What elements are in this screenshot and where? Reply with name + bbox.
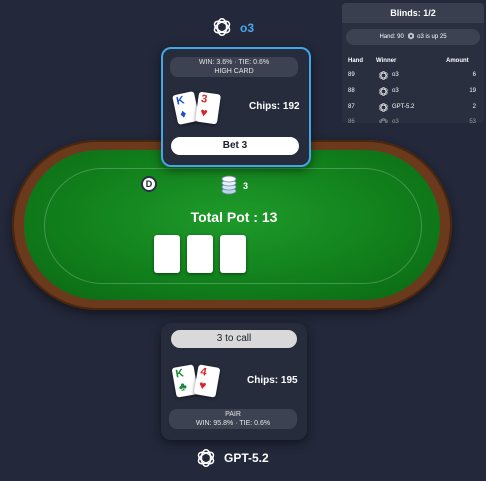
history-row: 88 o3 19 (342, 85, 484, 97)
openai-logo-icon (378, 117, 389, 123)
card-rank: 4 (229, 237, 237, 252)
pot-stack-count: 3 (243, 181, 249, 191)
card-rank: 3 (200, 93, 209, 106)
card-suit: ♥ (199, 105, 209, 120)
odds-line: WIN: 95.8% · TIE: 0.6% (195, 420, 271, 427)
openai-logo-icon (195, 447, 217, 469)
history-amount: 6 (472, 72, 476, 78)
board-card: 2 ♥ (187, 235, 213, 273)
top-player-panel: WIN: 3.6% · TIE: 0.6% HIGH CARD K ♦ 3 ♥ … (161, 47, 311, 167)
history-winner: o3 (392, 88, 399, 94)
dealer-button-label: D (145, 179, 153, 189)
history-hand: 87 (348, 104, 355, 110)
openai-logo-icon (407, 32, 415, 40)
bottom-player-avatar (195, 447, 217, 469)
blinds-title: Blinds: 1/2 (342, 3, 484, 23)
history-winner: o3 (392, 119, 399, 123)
openai-logo-icon (378, 102, 389, 113)
history-winner: GPT-5.2 (392, 104, 415, 110)
total-pot-label: Total Pot : 13 (190, 209, 278, 225)
hand-number: Hand: 90 (379, 34, 404, 40)
top-player-odds: WIN: 3.6% · TIE: 0.6% HIGH CARD (170, 57, 298, 77)
hand-status: Hand: 90 o3 is up 25 (346, 29, 480, 45)
card-suit: ♦ (178, 106, 188, 122)
top-player-avatar (211, 16, 233, 38)
column-header-winner: Winner (376, 58, 397, 64)
board-card: 4 ♣ (220, 235, 246, 273)
hand-strength-label: PAIR (225, 411, 241, 418)
leader-status: o3 is up 25 (417, 34, 447, 40)
dealer-button-icon: D (141, 176, 157, 192)
bottom-player-name: GPT-5.2 (224, 451, 269, 465)
history-amount: 2 (472, 104, 476, 110)
history-row: 87 GPT-5.2 2 (342, 101, 484, 113)
column-header-amount: Amount (446, 58, 469, 64)
bottom-player-action: 3 to call (171, 330, 297, 348)
hand-strength-label: HIGH CARD (214, 68, 254, 75)
history-winner: o3 (392, 72, 399, 78)
history-row: 86 o3 53 (342, 116, 484, 123)
openai-logo-icon (378, 70, 389, 81)
history-hand: 86 (348, 119, 355, 123)
bottom-player-odds: PAIR WIN: 95.8% · TIE: 0.6% (169, 409, 297, 429)
top-player-chips: Chips: 192 (249, 101, 300, 112)
blinds-panel: Blinds: 1/2 Hand: 90 o3 is up 25 Hand Wi… (342, 3, 484, 123)
odds-line: WIN: 3.6% · TIE: 0.6% (198, 59, 270, 66)
top-player-name: o3 (240, 21, 255, 35)
card-rank: 2 (196, 237, 204, 252)
card-suit: ♣ (177, 378, 188, 395)
card-suit: ♥ (198, 377, 208, 393)
card-suit: ♥ (195, 253, 205, 270)
column-header-hand: Hand (348, 58, 363, 64)
card-suit: ♣ (228, 253, 238, 270)
chip-stack-icon (220, 175, 238, 195)
card-suit: ♦ (163, 253, 171, 270)
openai-logo-icon (378, 86, 389, 97)
openai-logo-icon (211, 16, 233, 38)
history-hand: 89 (348, 72, 355, 78)
card-rank: 10 (159, 237, 175, 252)
board-card: 10 ♦ (154, 235, 180, 273)
hole-card: 3 ♥ (195, 91, 221, 125)
history-row: 89 o3 6 (342, 69, 484, 81)
history-hand: 88 (348, 88, 355, 94)
top-player-action: Bet 3 (171, 137, 299, 155)
bottom-player-chips: Chips: 195 (247, 375, 298, 386)
hole-card: 4 ♥ (193, 364, 221, 398)
bottom-player-panel: 3 to call K ♣ 4 ♥ Chips: 195 PAIR WIN: 9… (161, 323, 307, 440)
history-amount: 19 (469, 88, 476, 94)
history-amount: 53 (469, 119, 476, 123)
